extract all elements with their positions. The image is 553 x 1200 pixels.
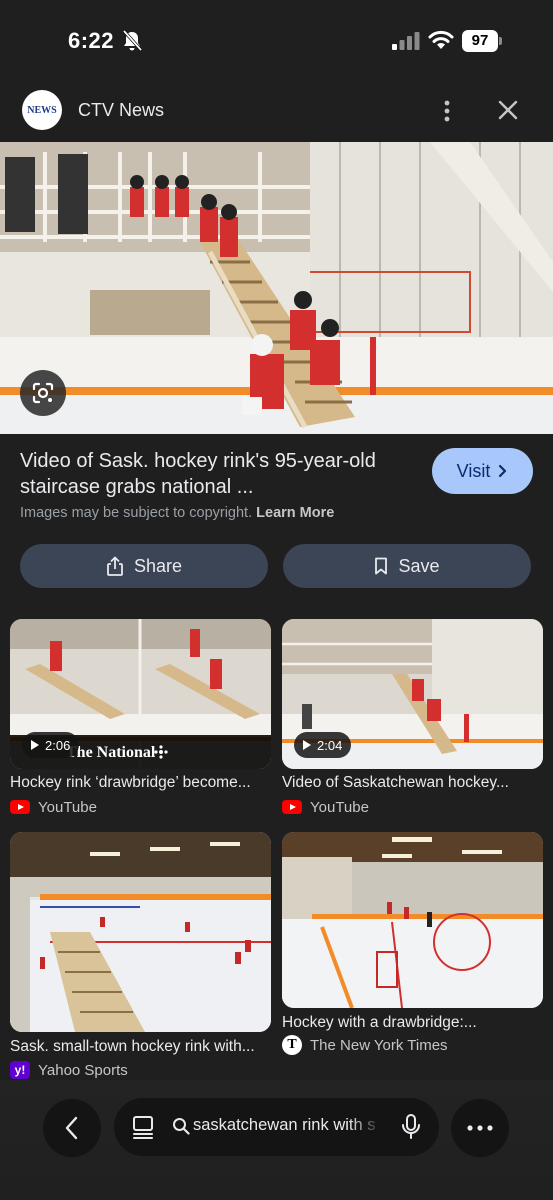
chevron-right-icon: [499, 464, 507, 478]
ctv-news-logo[interactable]: NEWS: [22, 90, 62, 130]
duration-text: 2:06: [45, 737, 71, 753]
yahoo-icon: y!: [10, 1061, 30, 1079]
related-result-card[interactable]: Sask. small-town hockey rink with... y! …: [10, 832, 271, 1080]
source-name[interactable]: CTV News: [78, 100, 164, 121]
video-duration-badge: 2:06: [22, 732, 80, 758]
card-source: y! Yahoo Sports: [10, 1060, 128, 1080]
lens-icon: [32, 382, 54, 404]
the-national-logo-text: The National: [66, 744, 156, 761]
more-menu-button[interactable]: [451, 1099, 509, 1157]
related-result-card[interactable]: 2:04 Video of Saskatchewan hockey... You…: [282, 619, 543, 819]
nyt-icon: T: [282, 1035, 302, 1055]
search-bar[interactable]: saskatchewan rink with s: [114, 1098, 439, 1156]
tabs-icon[interactable]: [132, 1115, 154, 1139]
cbc-gem-icon: [154, 745, 168, 759]
search-query[interactable]: saskatchewan rink with s: [193, 1116, 383, 1135]
share-button[interactable]: Share: [20, 544, 268, 588]
image-thumbnail[interactable]: [10, 832, 271, 1032]
related-result-card[interactable]: The National 2:06 Hockey rink ‘drawbridg…: [10, 619, 271, 819]
wifi-icon: [428, 30, 454, 49]
more-options-icon[interactable]: [434, 98, 460, 124]
microphone-icon[interactable]: [401, 1114, 421, 1140]
card-title[interactable]: Hockey rink ‘drawbridge’ become...: [10, 774, 271, 792]
source-label: YouTube: [38, 798, 97, 816]
save-button[interactable]: Save: [283, 544, 531, 588]
card-source: T The New York Times: [282, 1035, 448, 1055]
image-thumbnail[interactable]: [282, 832, 543, 1008]
cellular-signal-icon: [392, 32, 420, 50]
share-icon: [107, 556, 123, 576]
hero-image[interactable]: [0, 142, 553, 434]
source-label: YouTube: [310, 798, 369, 816]
bookmark-icon: [375, 557, 388, 575]
search-icon: [173, 1118, 190, 1135]
card-source: YouTube: [282, 797, 369, 817]
play-icon: [31, 740, 39, 750]
source-label: The New York Times: [310, 1036, 448, 1054]
play-icon: [303, 740, 311, 750]
logo-text: NEWS: [27, 104, 57, 116]
battery-level: 97: [462, 30, 498, 52]
learn-more-link[interactable]: Learn More: [256, 505, 334, 521]
copyright-notice: Images may be subject to copyright. Lear…: [20, 505, 334, 521]
source-header: NEWS CTV News: [0, 80, 553, 142]
status-bar: 6:22 97: [0, 0, 553, 80]
visit-label: Visit: [456, 460, 491, 481]
youtube-icon: [282, 800, 302, 814]
save-label: Save: [398, 555, 440, 576]
card-title[interactable]: Video of Saskatchewan hockey...: [282, 774, 543, 792]
chevron-left-icon: [65, 1116, 78, 1140]
visit-button[interactable]: Visit: [432, 448, 533, 494]
bell-off-icon: [122, 30, 142, 52]
back-button[interactable]: [43, 1099, 101, 1157]
source-label: Yahoo Sports: [38, 1061, 128, 1079]
video-thumbnail[interactable]: 2:04: [282, 619, 543, 769]
result-title[interactable]: Video of Sask. hockey rink's 95-year-old…: [20, 448, 420, 500]
battery-indicator: 97: [462, 30, 502, 52]
duration-text: 2:04: [317, 737, 343, 753]
copyright-text: Images may be subject to copyright.: [20, 505, 253, 521]
video-thumbnail[interactable]: The National 2:06: [10, 619, 271, 769]
hockey-staircase-photo: [0, 142, 553, 434]
related-result-card[interactable]: Hockey with a drawbridge:... T The New Y…: [282, 832, 543, 1057]
status-time: 6:22: [68, 28, 115, 53]
card-source: YouTube: [10, 797, 97, 817]
share-label: Share: [133, 555, 183, 576]
video-duration-badge: 2:04: [294, 732, 352, 758]
youtube-icon: [10, 800, 30, 814]
card-title[interactable]: Sask. small-town hockey rink with...: [10, 1038, 271, 1056]
close-icon[interactable]: [494, 96, 522, 124]
card-title[interactable]: Hockey with a drawbridge:...: [282, 1014, 543, 1032]
google-lens-button[interactable]: [20, 370, 66, 416]
more-horizontal-icon: [467, 1125, 493, 1131]
